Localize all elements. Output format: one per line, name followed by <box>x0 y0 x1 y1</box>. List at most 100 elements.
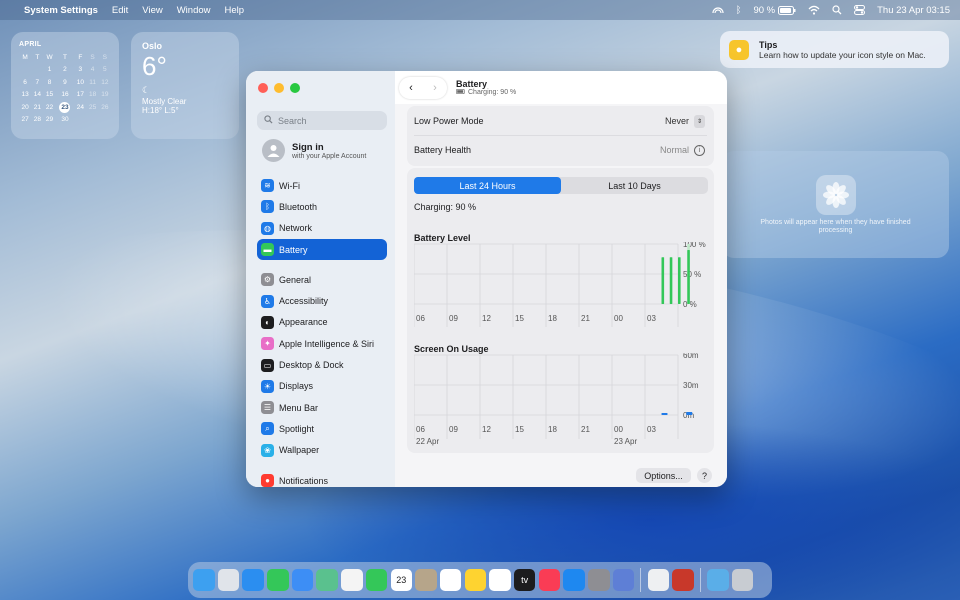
wifi-status-icon[interactable] <box>808 5 820 15</box>
tips-notification[interactable]: ● Tips Learn how to update your icon sty… <box>720 31 949 68</box>
bluetooth-status-icon[interactable]: ᛒ <box>736 5 742 16</box>
music-icon[interactable] <box>538 569 561 591</box>
downloads-folder-icon[interactable] <box>707 569 729 591</box>
sidebar-item-label: Network <box>279 223 313 234</box>
sign-in-item[interactable]: Sign in with your Apple Account <box>262 139 366 162</box>
calendar-day: 4 <box>90 66 95 74</box>
back-icon[interactable]: ‹ <box>409 82 413 94</box>
reminders-icon[interactable] <box>439 569 462 591</box>
help-button[interactable]: ? <box>697 468 712 483</box>
siri-icon: ✦ <box>261 337 274 351</box>
close-button[interactable] <box>258 83 268 93</box>
menu-window[interactable]: Window <box>177 5 211 16</box>
info-icon[interactable]: i <box>694 144 705 156</box>
calendar-day: 26 <box>101 103 109 111</box>
sidebar-item-general[interactable]: ⚙ General <box>257 269 387 290</box>
spotlight-status-icon[interactable] <box>832 5 842 15</box>
app-store-icon[interactable] <box>563 569 585 591</box>
battery-level-chart: 100 % 50 % 0 % 06 09 12 15 18 21 00 03 <box>414 242 706 327</box>
menu-help[interactable]: Help <box>225 5 245 16</box>
photos-widget[interactable]: Photos will appear here when they have f… <box>722 151 949 258</box>
trash-icon[interactable] <box>731 569 754 591</box>
x-tick-label: 15 <box>515 425 524 434</box>
chart-bar-remaining <box>687 244 690 250</box>
system-settings-icon[interactable] <box>588 569 610 591</box>
sidebar-item-label: Wallpaper <box>279 445 320 456</box>
preview-icon[interactable] <box>647 569 670 591</box>
sidebar-item-accessibility[interactable]: ♿ Accessibility <box>257 290 387 311</box>
calendar-day: 27 <box>21 116 29 124</box>
calendar-weekday: F <box>78 53 83 61</box>
airplay-status-icon[interactable] <box>712 5 724 15</box>
sidebar-item-label: Desktop & Dock <box>279 360 344 371</box>
sidebar-item-desktop-dock[interactable]: ▭ Desktop & Dock <box>257 354 387 375</box>
y-tick-label: 0 % <box>683 300 697 309</box>
finder-icon[interactable] <box>193 569 215 591</box>
mail-icon[interactable] <box>291 569 314 591</box>
tv-icon[interactable]: tv <box>513 569 536 591</box>
maps-icon[interactable] <box>316 569 338 591</box>
forward-icon[interactable]: › <box>433 82 437 94</box>
calendar-day: 11 <box>89 78 96 86</box>
menu-app-name[interactable]: System Settings <box>24 5 98 16</box>
chevron-updown-icon: ⇕ <box>694 114 705 128</box>
menu-edit[interactable]: Edit <box>112 5 128 16</box>
zoom-button[interactable] <box>290 83 300 93</box>
x-tick-label: 21 <box>581 425 590 434</box>
weather-widget[interactable]: Oslo 6° ☾ Mostly Clear H:18° L:5° <box>131 32 239 139</box>
control-center-icon[interactable] <box>854 5 866 15</box>
safari-icon[interactable] <box>242 569 264 591</box>
sidebar-item-bluetooth[interactable]: ᛒ Bluetooth <box>257 196 387 217</box>
low-power-mode-row: Low Power Mode Never ⇕ <box>414 113 705 129</box>
contacts-icon[interactable] <box>415 569 437 591</box>
minimize-button[interactable] <box>274 83 284 93</box>
menu-bar: System Settings Edit View Window Help ᛒ … <box>0 0 960 20</box>
window-controls <box>258 83 300 93</box>
menu-clock[interactable]: Thu 23 Apr 03:15 <box>877 5 950 16</box>
subtitle-text: Charging: 90 % <box>468 89 517 96</box>
x-tick-label: 09 <box>449 314 458 323</box>
messages-icon[interactable] <box>267 569 289 591</box>
calendar-day: 21 <box>33 103 41 111</box>
sidebar-item-wallpaper[interactable]: ❀ Wallpaper <box>257 440 387 461</box>
search-field[interactable]: Search <box>257 111 387 130</box>
photos-icon[interactable] <box>341 569 363 591</box>
calendar-today: 23 <box>59 101 71 113</box>
sidebar-item-appearance[interactable]: ◐ Appearance <box>257 312 387 333</box>
facetime-icon[interactable] <box>365 569 388 591</box>
sidebar-item-spotlight[interactable]: ⌕ Spotlight <box>257 418 387 439</box>
sidebar-item-apple-intelligence-siri[interactable]: ✦ Apple Intelligence & Siri <box>257 333 387 354</box>
menu-view[interactable]: View <box>142 5 162 16</box>
sidebar-item-network[interactable]: ◍ Network <box>257 218 387 239</box>
sidebar-item-displays[interactable]: ☀ Displays <box>257 376 387 397</box>
tab-last-10-days[interactable]: Last 10 Days <box>561 177 708 194</box>
launchpad-icon[interactable] <box>217 569 240 591</box>
sidebar-item-menu-bar[interactable]: ☰ Menu Bar <box>257 397 387 418</box>
photo-booth-icon[interactable] <box>672 569 694 591</box>
sidebar-item-label: Spotlight <box>279 423 315 434</box>
desktop-dock-icon: ▭ <box>261 358 274 372</box>
freeform-icon[interactable] <box>489 569 511 591</box>
calendar-widget[interactable]: APRIL M T W T F S S 1 2 3 4 5 6 7 8 9 10 11 12 13 14 1… <box>11 32 119 139</box>
sidebar-item-wi-fi[interactable]: ≋ Wi-Fi <box>257 175 387 196</box>
low-power-mode-select[interactable]: Never ⇕ <box>665 114 705 128</box>
options-button[interactable]: Options... <box>636 468 691 483</box>
calendar-day: 24 <box>76 103 84 111</box>
sidebar-item-battery[interactable]: ▬ Battery <box>257 238 387 261</box>
chart-bar <box>661 413 668 415</box>
calendar-icon[interactable]: 23 <box>390 569 412 591</box>
dock: 23 tv <box>188 562 772 598</box>
iphone-mirroring-icon[interactable] <box>612 569 635 591</box>
sign-in-title: Sign in <box>292 141 324 153</box>
battery-status[interactable]: 90 % <box>753 5 796 16</box>
calendar-weekday: W <box>46 53 53 61</box>
tab-last-24-hours[interactable]: Last 24 Hours <box>414 177 561 194</box>
calendar-weekday: T <box>35 53 40 61</box>
sidebar-item-notifications[interactable]: ● Notifications <box>257 470 387 487</box>
y-tick-label: 30m <box>683 381 699 390</box>
calendar-day: 30 <box>61 116 69 124</box>
calendar-day: 22 <box>45 103 54 111</box>
weather-condition: Mostly Clear <box>142 97 187 106</box>
search-placeholder: Search <box>278 115 307 126</box>
notes-icon[interactable] <box>464 569 487 591</box>
